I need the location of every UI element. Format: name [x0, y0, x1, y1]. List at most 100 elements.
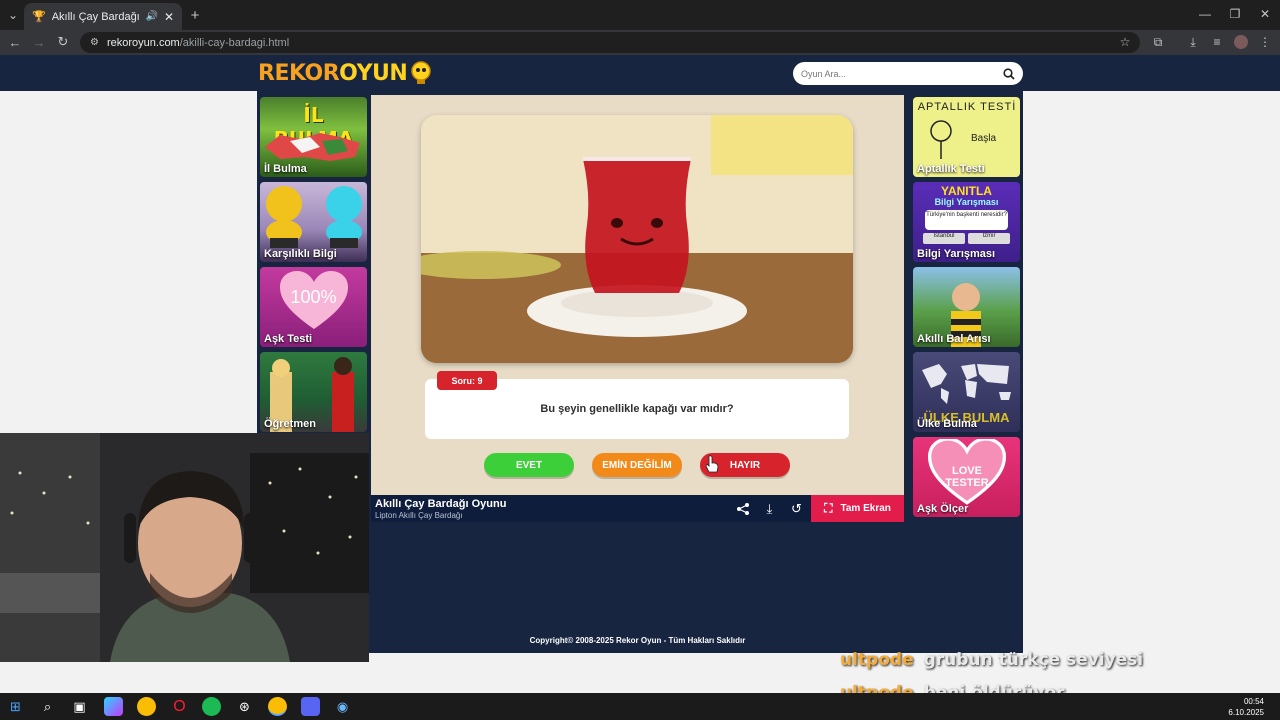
- windows-start-icon[interactable]: ⊞: [6, 697, 25, 716]
- stick-figure-image: [930, 120, 952, 159]
- speaker-icon[interactable]: 🔊: [145, 11, 157, 22]
- chat-text: grubun türkçe seviyesi: [923, 650, 1144, 670]
- url-path: /akilli-cay-bardagi.html: [179, 36, 290, 49]
- browser-tab-bar: ⌄ 🏆 Akıllı Çay Bardağı Oyunu O 🔊 ✕ + — ❐…: [0, 0, 1280, 30]
- game-card-aptallik-testi[interactable]: APTALLIK TESTİ Başla Aptallık Testi: [913, 97, 1020, 177]
- game-card-label: Aşk Ölçer: [917, 503, 969, 515]
- chrome-icon[interactable]: [137, 697, 156, 716]
- game-card-label: Bilgi Yarışması: [917, 248, 996, 260]
- game-card-ask-testi[interactable]: 100% Aşk Testi: [260, 267, 367, 347]
- webcam-overlay: [0, 433, 369, 662]
- opera-icon[interactable]: O: [170, 697, 189, 716]
- copilot-icon[interactable]: [104, 697, 123, 716]
- game-card-akilli-bal-arisi[interactable]: Akıllı Bal Arısı: [913, 267, 1020, 347]
- fullscreen-icon: ⛶: [824, 501, 833, 515]
- site-info-icon[interactable]: ⚙: [90, 37, 99, 48]
- game-frame[interactable]: Bu şeyin genellikle kapağı var mıdır? So…: [371, 95, 904, 495]
- fullscreen-label: Tam Ekran: [840, 503, 891, 514]
- profile-avatar[interactable]: [1234, 35, 1248, 49]
- bilgi-answer-1: İstanbul: [923, 233, 965, 244]
- site-header: REKOR OYUN: [0, 55, 1280, 91]
- clock-date: 6.10.2025: [1228, 708, 1264, 717]
- share-icon[interactable]: [729, 495, 756, 522]
- system-clock[interactable]: 00:54 6.10.2025: [1228, 696, 1264, 718]
- love-tester-banner: LOVE TESTER: [945, 465, 989, 489]
- reload-icon[interactable]: ↻: [56, 34, 70, 49]
- game-card-label: İl Bulma: [264, 163, 307, 175]
- logo-text-oyun: OYUN: [339, 60, 408, 86]
- tab-list-icon[interactable]: ⌄: [6, 8, 20, 22]
- steam-icon[interactable]: ◉: [333, 697, 352, 716]
- game-card-ulke-bulma[interactable]: ÜLKE BULMA Ülke Bulma: [913, 352, 1020, 432]
- task-view-icon[interactable]: ▣: [70, 697, 89, 716]
- aptallik-banner: APTALLIK TESTİ: [917, 101, 1017, 113]
- trophy-icon: 🏆: [32, 11, 46, 23]
- browser-toolbar: ← → ↻ ⚙ rekoroyun.com/akilli-cay-bardagi…: [0, 30, 1280, 55]
- question-text: Bu şeyin genellikle kapağı var mıdır?: [540, 403, 734, 415]
- game-info-bar: Akıllı Çay Bardağı Oyunu Lipton Akıllı Ç…: [371, 495, 904, 522]
- back-icon[interactable]: ←: [8, 35, 22, 50]
- turkey-map-image: [265, 133, 360, 161]
- tab-title: Akıllı Çay Bardağı Oyunu O: [51, 10, 140, 23]
- page-background-right: [1023, 91, 1280, 693]
- game-card-label: Karşılıklı Bilgi: [264, 248, 337, 260]
- bilgi-answer-2: İzmir: [968, 233, 1010, 244]
- search-placeholder: Oyun Ara...: [801, 68, 847, 79]
- question-number-badge: Soru: 9: [437, 371, 497, 390]
- new-tab-icon[interactable]: +: [187, 7, 203, 24]
- extensions-icon[interactable]: ⧉: [1151, 35, 1165, 49]
- game-card-bilgi-yarismasi[interactable]: YANITLA Bilgi Yarışması Türkiye'nin başk…: [913, 182, 1020, 262]
- game-card-label: Ülke Bulma: [917, 418, 977, 430]
- world-map-image: [922, 364, 1011, 404]
- game-card-label: Aptallık Testi: [917, 163, 985, 175]
- game-card-label: Akıllı Bal Arısı: [917, 333, 991, 345]
- hand-cursor-icon: [705, 455, 719, 473]
- search-input[interactable]: Oyun Ara...: [793, 62, 1023, 85]
- smart-tea-glass-image: [421, 115, 853, 363]
- close-tab-icon[interactable]: ✕: [164, 10, 174, 24]
- browser-tab[interactable]: 🏆 Akıllı Çay Bardağı Oyunu O 🔊 ✕: [24, 3, 182, 30]
- streamer-webcam-image: [0, 433, 369, 662]
- game-subtitle: Lipton Akıllı Çay Bardağı: [375, 511, 463, 520]
- aptallik-start: Başla: [971, 133, 997, 144]
- answer-yes-button[interactable]: EVET: [484, 453, 574, 477]
- menu-kebab-icon[interactable]: ⋮: [1258, 35, 1272, 49]
- chrome-active-icon[interactable]: [268, 697, 287, 716]
- address-bar[interactable]: ⚙ rekoroyun.com/akilli-cay-bardagi.html: [80, 32, 1140, 53]
- game-card-ogretmen[interactable]: Öğretmen: [260, 352, 367, 432]
- media-icon[interactable]: ≡: [1210, 35, 1224, 49]
- download-icon[interactable]: ⤓: [756, 495, 783, 522]
- logo-text-rekor: REKOR: [258, 60, 340, 86]
- minimize-icon[interactable]: —: [1198, 7, 1212, 21]
- bilgi-question: Türkiye'nin başkenti neresidir?: [925, 210, 1008, 230]
- restart-icon[interactable]: ↺: [783, 495, 810, 522]
- discord-icon[interactable]: [301, 697, 320, 716]
- game-card-label: Öğretmen: [264, 418, 316, 430]
- game-card-il-bulma[interactable]: İL BULMA İl Bulma: [260, 97, 367, 177]
- chat-message: ultpode grubun türkçe seviyesi: [840, 650, 1143, 670]
- clock-time: 00:54: [1243, 697, 1264, 706]
- bilgi-banner-sub: Bilgi Yarışması: [934, 197, 999, 207]
- search-icon[interactable]: [1003, 67, 1015, 80]
- close-window-icon[interactable]: ✕: [1258, 7, 1272, 21]
- trophy-mascot-icon: [411, 61, 432, 84]
- forward-icon[interactable]: →: [32, 35, 46, 50]
- restore-icon[interactable]: ❐: [1228, 7, 1242, 21]
- app-icon[interactable]: ⊛: [235, 697, 254, 716]
- answer-unsure-button[interactable]: EMİN DEĞİLİM: [592, 453, 682, 477]
- game-title: Akıllı Çay Bardağı Oyunu: [375, 498, 507, 510]
- bilgi-banner: YANITLA: [941, 184, 992, 198]
- ask-testi-percent: 100%: [290, 287, 337, 307]
- tea-glass-illustration: [421, 115, 853, 363]
- search-taskbar-icon[interactable]: ⌕: [38, 697, 57, 716]
- game-card-label: Aşk Testi: [264, 333, 313, 345]
- chat-username: ultpode: [840, 650, 914, 670]
- game-card-ask-olcer[interactable]: LOVE TESTER Aşk Ölçer: [913, 437, 1020, 517]
- site-logo[interactable]: REKOR OYUN: [258, 58, 435, 88]
- spotify-icon[interactable]: [202, 697, 221, 716]
- game-card-karsilikli-bilgi[interactable]: Karşılıklı Bilgi: [260, 182, 367, 262]
- fullscreen-button[interactable]: ⛶ Tam Ekran: [811, 495, 904, 522]
- bookmark-star-icon[interactable]: ☆: [1118, 35, 1132, 49]
- downloads-icon[interactable]: ⤓: [1186, 35, 1200, 49]
- url-host: rekoroyun.com: [106, 36, 180, 49]
